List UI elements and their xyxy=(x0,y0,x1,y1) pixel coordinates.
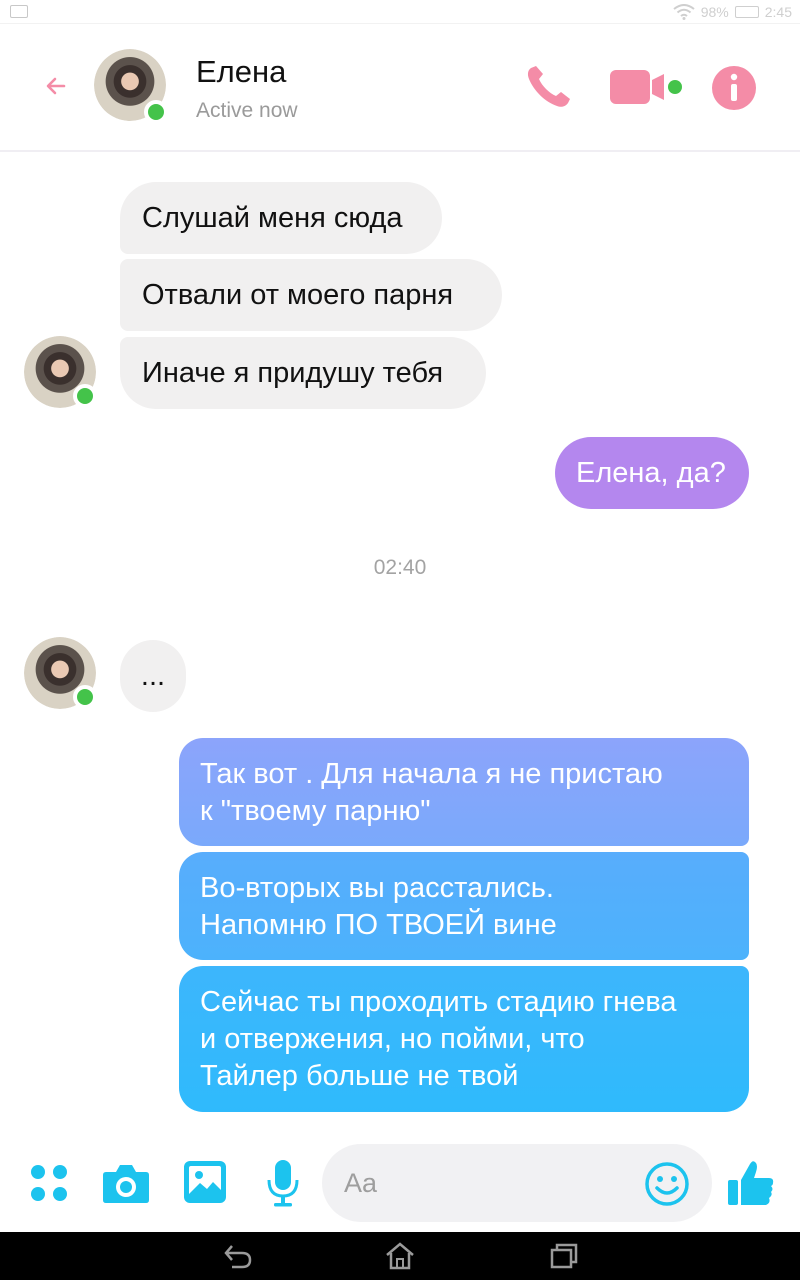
outgoing-message[interactable]: Так вот . Для начала я не пристаю к "тво… xyxy=(179,738,749,846)
message-line: Сейчас ты проходить стадию гнева xyxy=(200,986,677,1018)
wifi-icon xyxy=(673,4,695,20)
emoji-icon[interactable] xyxy=(644,1161,690,1207)
battery-icon xyxy=(734,6,759,18)
back-nav-icon[interactable] xyxy=(222,1241,254,1271)
message-input-placeholder: Aa xyxy=(344,1168,378,1198)
outgoing-message[interactable]: Елена, да? xyxy=(555,437,749,509)
back-arrow-icon[interactable] xyxy=(40,70,72,102)
outgoing-message[interactable]: Сейчас ты проходить стадию гнева и отвер… xyxy=(179,966,749,1112)
message-line: Во-вторых вы расстались. xyxy=(200,872,554,904)
message-line: к "твоему парню" xyxy=(200,795,431,827)
outgoing-message[interactable]: Во-вторых вы расстались. Напомню ПО ТВОЕ… xyxy=(179,852,749,960)
recents-nav-icon[interactable] xyxy=(548,1241,580,1271)
presence-status: Active now xyxy=(196,99,298,122)
online-indicator xyxy=(73,384,97,408)
incoming-message[interactable]: ... xyxy=(120,640,186,712)
status-bar-right: 98% 2:45 xyxy=(673,3,792,21)
battery-percent: 98% xyxy=(700,4,729,20)
message-text: Елена, да? xyxy=(576,456,726,489)
clock: 2:45 xyxy=(764,4,792,20)
microphone-icon[interactable] xyxy=(266,1158,300,1208)
message-text: ... xyxy=(140,659,166,692)
message-text: Отвали от моего парня xyxy=(142,278,454,311)
message-text: Слушай меня сюда xyxy=(142,201,403,234)
conversation-header: Елена Active now xyxy=(0,24,800,152)
phone-icon[interactable] xyxy=(524,64,574,110)
notification-image-icon xyxy=(10,5,28,18)
camera-icon[interactable] xyxy=(102,1162,150,1204)
message-line: Тайлер больше не твой xyxy=(200,1060,519,1092)
system-navigation-bar xyxy=(0,1232,800,1280)
message-input[interactable]: Aa xyxy=(322,1144,712,1222)
online-indicator xyxy=(73,685,97,709)
video-camera-icon[interactable] xyxy=(608,68,686,106)
thumbs-up-icon[interactable] xyxy=(726,1158,776,1208)
message-line: Напомню ПО ТВОЕЙ вине xyxy=(200,909,557,941)
message-line: и отвержения, но пойми, что xyxy=(200,1023,585,1055)
contact-name[interactable]: Елена xyxy=(196,54,286,90)
gallery-icon[interactable] xyxy=(183,1160,227,1204)
incoming-message[interactable]: Иначе я придушу тебя xyxy=(120,337,486,409)
incoming-message[interactable]: Отвали от моего парня xyxy=(120,259,502,331)
info-icon[interactable] xyxy=(710,64,758,112)
message-text: Иначе я придушу тебя xyxy=(142,356,444,389)
apps-grid-icon[interactable] xyxy=(30,1164,68,1202)
message-timestamp: 02:40 xyxy=(373,556,427,579)
home-nav-icon[interactable] xyxy=(384,1241,416,1271)
message-line: Так вот . Для начала я не пристаю xyxy=(200,758,663,790)
incoming-message[interactable]: Слушай меня сюда xyxy=(120,182,442,254)
online-indicator xyxy=(144,100,168,124)
status-bar: 98% 2:45 xyxy=(0,0,800,24)
message-composer: Aa xyxy=(0,1136,800,1232)
